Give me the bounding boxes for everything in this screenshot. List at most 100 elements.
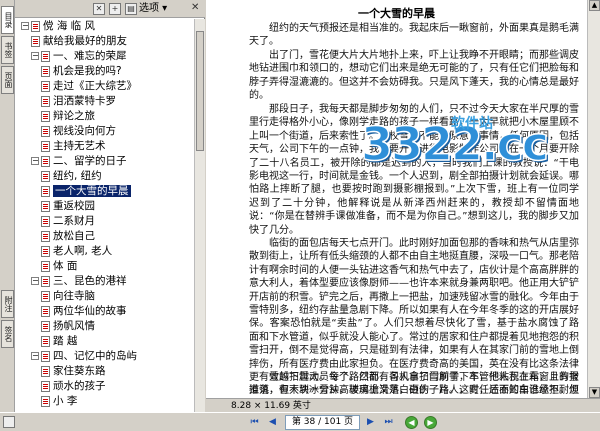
new-bookmark-icon[interactable]: + — [109, 3, 121, 15]
document-page-icon — [31, 20, 40, 32]
bookmark-item[interactable]: 献给我最好的朋友 — [31, 34, 127, 48]
document-page-icon — [41, 260, 50, 272]
panel-toggle-icon[interactable] — [3, 416, 15, 428]
bookmark-label: 放松自己 — [53, 230, 95, 242]
last-page-icon[interactable]: ⏭ — [382, 416, 395, 429]
bookmark-label: 小 李 — [53, 395, 78, 407]
panel-scroll-thumb[interactable] — [196, 31, 204, 151]
bookmark-item[interactable]: 视线没向何方 — [41, 124, 116, 138]
bookmark-item[interactable]: 踏 越 — [41, 334, 77, 348]
document-page-icon — [41, 200, 50, 212]
next-page-icon[interactable]: ▶ — [364, 416, 377, 429]
paragraph: 纽约的天气预报还是相当准的。我起床后一瞅窗前，外面果真是鹅毛满天了。 — [249, 23, 579, 48]
delete-icon[interactable]: ✕ — [93, 3, 105, 15]
bookmark-item[interactable]: 一个大雪的早晨 — [41, 184, 131, 198]
tab-signatures[interactable]: 签名 — [1, 320, 14, 348]
bookmark-item[interactable]: 小 李 — [41, 394, 77, 408]
go-forward-icon[interactable]: ▶ — [424, 416, 437, 429]
bookmark-label: 走过《正大综艺》 — [53, 80, 137, 92]
bookmark-item[interactable]: 顽水的孩子 — [41, 379, 106, 393]
document-page-icon — [41, 215, 50, 227]
document-page-icon — [41, 95, 50, 107]
bookmark-label: 二系财月 — [53, 215, 95, 227]
document-page-icon — [41, 395, 50, 407]
expand-toggle-icon[interactable]: − — [31, 277, 39, 285]
navigation-bar: ⏮ ◀ 第 38 / 101 页 ▶ ⏭ ◀ ▶ — [0, 412, 600, 431]
bookmark-label: 踏 越 — [53, 335, 78, 347]
first-page-icon[interactable]: ⏮ — [248, 416, 261, 429]
bookmark-label: 二、留学的日子 — [53, 155, 127, 167]
bookmark-item[interactable]: 老人啊, 老人 — [41, 244, 112, 258]
bookmark-item[interactable]: − 傥 海 临 风 — [21, 19, 95, 33]
paragraph: 雪越下越大。每个路口都有司机拿了雪刷子下车，把粘积在车窗上的雪推落，但不到一分钟… — [249, 372, 579, 397]
paragraph: 出了门，雪花便大片大片地扑上来，吓上让我睁不开眼睛；而那些调皮地钻进围巾和领口的… — [249, 50, 579, 102]
document-page-icon — [41, 320, 50, 332]
bookmark-item[interactable]: 放松自己 — [41, 229, 95, 243]
panel-toolbar: ✕ + ▤ 选项 ▾ ✕ — [15, 0, 205, 18]
panel-scrollbar[interactable] — [194, 19, 205, 412]
bookmark-item[interactable]: 体 面 — [41, 259, 77, 273]
document-page-icon — [41, 335, 50, 347]
bookmark-label: 重返校园 — [53, 200, 95, 212]
bookmark-item[interactable]: 主持无艺术 — [41, 139, 106, 153]
document-page-icon — [41, 380, 50, 392]
bookmark-item[interactable]: 机会是我的吗? — [41, 64, 122, 78]
bookmark-label: 机会是我的吗? — [53, 65, 122, 77]
tab-pages[interactable]: 页面 — [1, 66, 14, 94]
document-page-icon — [41, 125, 50, 137]
document-view[interactable]: 一个大雪的早晨 纽约的天气预报还是相当准的。我起床后一瞅窗前，外面果真是鹅毛满天… — [206, 0, 587, 398]
bookmark-item[interactable]: − 一、难忘的荣犀 — [31, 49, 127, 63]
bookmark-item[interactable]: 重返校园 — [41, 199, 95, 213]
document-page-icon — [41, 155, 50, 167]
bookmark-panel: ✕ + ▤ 选项 ▾ ✕ − 傥 海 临 风献给我最好的朋友 − 一、难忘的荣犀机会是… — [15, 0, 205, 412]
expand-toggle-icon[interactable]: − — [31, 52, 39, 60]
bookmark-label: 两位华仙的故事 — [53, 305, 127, 317]
bookmark-item[interactable]: 家住葵东路 — [41, 364, 106, 378]
bookmark-label: 纽约, 纽约 — [53, 170, 102, 182]
document-page-icon — [41, 365, 50, 377]
tab-contents[interactable]: 目录 — [1, 6, 14, 34]
page-title: 一个大雪的早晨 — [358, 7, 435, 20]
expand-toggle-icon[interactable]: − — [31, 157, 39, 165]
go-back-icon[interactable]: ◀ — [405, 416, 418, 429]
expand-toggle-icon[interactable]: − — [31, 352, 39, 360]
bookmark-item[interactable]: 扬帆风情 — [41, 319, 95, 333]
bookmark-label: 家住葵东路 — [53, 365, 106, 377]
tab-annotations[interactable]: 附注 — [1, 290, 14, 318]
bookmark-label: 献给我最好的朋友 — [43, 35, 127, 47]
bookmark-item[interactable]: 泪洒蒙特卡罗 — [41, 94, 116, 108]
document-scrollbar[interactable]: ▲ ▼ — [587, 0, 600, 398]
previous-page-icon[interactable]: ◀ — [266, 416, 279, 429]
bookmark-label: 视线没向何方 — [53, 125, 116, 137]
close-panel-icon[interactable]: ✕ — [191, 2, 199, 13]
document-page-icon — [41, 275, 50, 287]
page-number-field[interactable]: 第 38 / 101 页 — [285, 415, 360, 430]
scroll-down-arrow-icon[interactable]: ▼ — [589, 387, 600, 398]
bookmark-item[interactable]: 纽约, 纽约 — [41, 169, 102, 183]
bookmark-item[interactable]: − 四、记忆中的岛屿 — [31, 349, 137, 363]
bookmark-label: 四、记忆中的岛屿 — [53, 350, 137, 362]
bookmark-label: 老人啊, 老人 — [53, 245, 113, 257]
bookmark-label: 三、昆色的港祥 — [53, 275, 127, 287]
bookmark-from-page-icon[interactable]: ▤ — [125, 3, 137, 15]
bookmark-label: 扬帆风情 — [53, 320, 95, 332]
bookmark-label: 顽水的孩子 — [53, 380, 106, 392]
bookmark-item[interactable]: 二系财月 — [41, 214, 95, 228]
bookmark-item[interactable]: − 三、昆色的港祥 — [31, 274, 127, 288]
document-page-icon — [41, 230, 50, 242]
bookmark-item[interactable]: − 二、留学的日子 — [31, 154, 127, 168]
expand-toggle-icon[interactable]: − — [21, 22, 29, 30]
document-page-icon — [41, 80, 50, 92]
options-menu[interactable]: 选项 ▾ — [139, 3, 167, 15]
scroll-up-arrow-icon[interactable]: ▲ — [589, 0, 600, 11]
document-page-icon — [41, 305, 50, 317]
bookmark-label: 体 面 — [53, 260, 78, 272]
document-page-icon — [41, 65, 50, 77]
bookmark-item[interactable]: 向往寺脑 — [41, 289, 95, 303]
page-size-label: 8.28 × 11.69 英寸 — [231, 401, 311, 411]
document-page-icon — [41, 50, 50, 62]
bookmark-item[interactable]: 辩论之旅 — [41, 109, 95, 123]
bookmark-item[interactable]: 两位华仙的故事 — [41, 304, 127, 318]
bookmark-item[interactable]: 走过《正大综艺》 — [41, 79, 137, 93]
tab-bookmarks[interactable]: 书签 — [1, 36, 14, 64]
